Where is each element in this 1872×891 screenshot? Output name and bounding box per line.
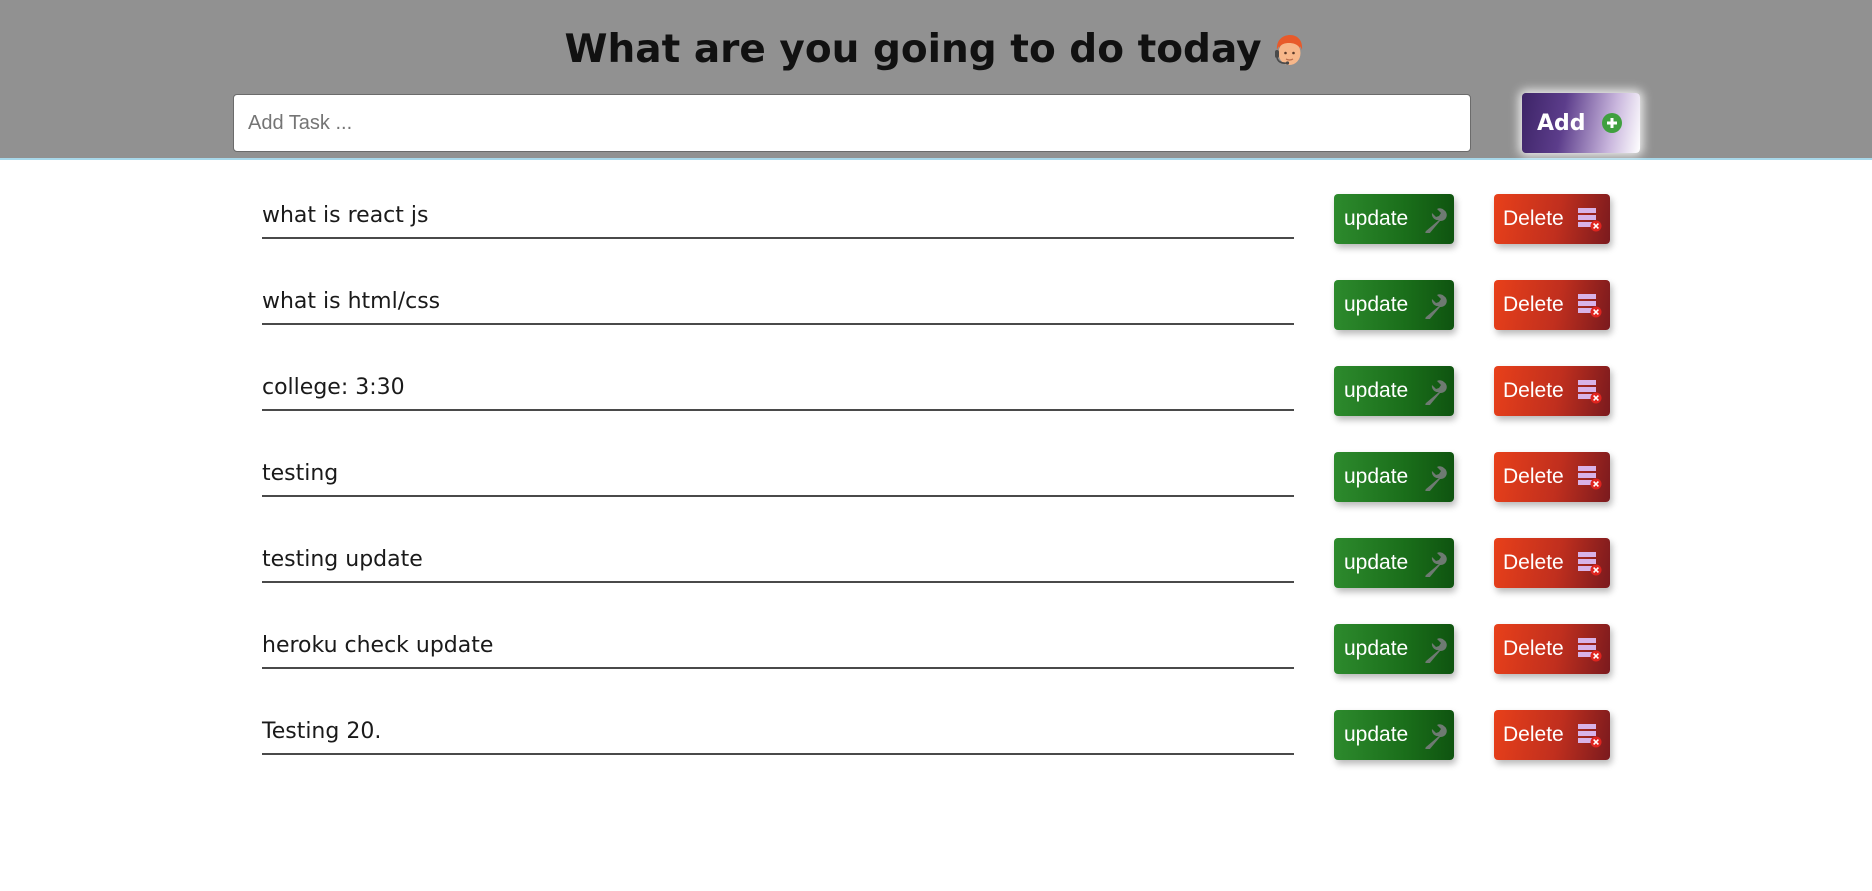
delete-button[interactable]: Delete — [1494, 624, 1610, 674]
update-button[interactable]: update — [1334, 538, 1454, 588]
delete-button-label: Delete — [1503, 551, 1564, 574]
task-row: testing update update Delete — [0, 538, 1872, 599]
task-row: testing update Delete — [0, 452, 1872, 513]
update-button-label: update — [1344, 207, 1409, 230]
update-button-label: update — [1344, 293, 1409, 316]
update-button-label: update — [1344, 379, 1409, 402]
task-text: testing — [262, 453, 1294, 497]
add-task-input[interactable] — [233, 94, 1471, 152]
delete-button-label: Delete — [1503, 379, 1564, 402]
wrench-icon — [1420, 205, 1448, 235]
delete-row-icon — [1576, 291, 1604, 319]
update-button[interactable]: update — [1334, 452, 1454, 502]
delete-button-label: Delete — [1503, 723, 1564, 746]
wrench-icon — [1420, 635, 1448, 665]
update-button[interactable]: update — [1334, 280, 1454, 330]
delete-button-label: Delete — [1503, 293, 1564, 316]
task-row: college: 3:30 update Delete — [0, 366, 1872, 427]
update-button[interactable]: update — [1334, 194, 1454, 244]
task-text: testing update — [262, 539, 1294, 583]
delete-row-icon — [1576, 635, 1604, 663]
delete-row-icon — [1576, 549, 1604, 577]
task-text: college: 3:30 — [262, 367, 1294, 411]
wrench-icon — [1420, 721, 1448, 751]
delete-button-label: Delete — [1503, 465, 1564, 488]
update-button-label: update — [1344, 551, 1409, 574]
update-button[interactable]: update — [1334, 710, 1454, 760]
add-button-label: Add — [1537, 110, 1586, 136]
task-text: what is react js — [262, 195, 1294, 239]
plus-circle-icon — [1601, 113, 1622, 133]
wrench-icon — [1420, 549, 1448, 579]
update-button[interactable]: update — [1334, 366, 1454, 416]
delete-row-icon — [1576, 721, 1604, 749]
task-text: Testing 20. — [262, 711, 1294, 755]
page-title-text: What are you going to do today — [564, 27, 1262, 72]
wrench-icon — [1420, 463, 1448, 493]
update-button-label: update — [1344, 723, 1409, 746]
update-button[interactable]: update — [1334, 624, 1454, 674]
delete-button-label: Delete — [1503, 637, 1564, 660]
header: What are you going to do today Add — [0, 0, 1872, 160]
delete-button-label: Delete — [1503, 207, 1564, 230]
task-text: heroku check update — [262, 625, 1294, 669]
task-text: what is html/css — [262, 281, 1294, 325]
update-button-label: update — [1344, 465, 1409, 488]
delete-row-icon — [1576, 377, 1604, 405]
task-row: what is react js update Delete — [0, 194, 1872, 255]
delete-row-icon — [1576, 205, 1604, 233]
delete-button[interactable]: Delete — [1494, 366, 1610, 416]
update-button-label: update — [1344, 637, 1409, 660]
delete-button[interactable]: Delete — [1494, 280, 1610, 330]
wrench-icon — [1420, 291, 1448, 321]
delete-button[interactable]: Delete — [1494, 194, 1610, 244]
task-row: heroku check update update Delete — [0, 624, 1872, 685]
delete-row-icon — [1576, 463, 1604, 491]
delete-button[interactable]: Delete — [1494, 452, 1610, 502]
add-button[interactable]: Add — [1522, 93, 1640, 153]
delete-button[interactable]: Delete — [1494, 538, 1610, 588]
person-emoji-icon — [1270, 28, 1308, 66]
task-row: Testing 20. update Delete — [0, 710, 1872, 771]
page-title: What are you going to do today — [0, 20, 1872, 80]
delete-button[interactable]: Delete — [1494, 710, 1610, 760]
wrench-icon — [1420, 377, 1448, 407]
task-row: what is html/css update Delete — [0, 280, 1872, 341]
